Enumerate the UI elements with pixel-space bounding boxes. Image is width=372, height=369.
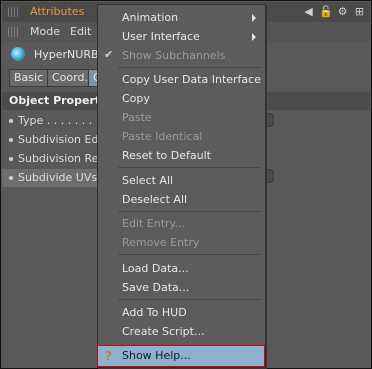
property-label: Subdivide UVs (18, 171, 98, 184)
keyframe-dot-icon[interactable] (9, 176, 13, 180)
menu-item-add-to-hud[interactable]: Add To HUD (98, 303, 265, 322)
menu-item-label: Save Data... (122, 281, 190, 294)
menu-item-label: User Interface (122, 30, 200, 43)
menu-item-user-interface[interactable]: User Interface (98, 27, 265, 46)
property-row[interactable]: Subdivision Editor (2, 131, 102, 149)
menu-item-reset-to-default[interactable]: Reset to Default (98, 146, 265, 165)
menu-item-load-data[interactable]: Load Data... (98, 259, 265, 278)
menu-item-label: Create Script... (122, 325, 205, 338)
menu-item-label: Copy (122, 92, 150, 105)
menu-separator (118, 299, 261, 300)
menu-item-label: Paste (122, 111, 152, 124)
property-row[interactable]: Type . . . . . . . . . (2, 112, 102, 130)
arrow-left-icon[interactable]: ◀ (302, 5, 315, 18)
checkmark-icon: ✔ (104, 48, 114, 61)
menu-item-create-script[interactable]: Create Script... (98, 322, 265, 341)
menu-item-label: Select All (122, 174, 174, 187)
submenu-arrow-icon (252, 14, 256, 22)
menu-item-deselect-all[interactable]: Deselect All (98, 190, 265, 209)
context-menu: Animation User Interface ✔ Show Subchann… (97, 4, 266, 368)
menu-item-label: Copy User Data Interface (122, 73, 261, 86)
menu-item-label: Remove Entry (122, 236, 200, 249)
property-label: Subdivision Editor (18, 133, 102, 146)
tab-basic[interactable]: Basic (9, 69, 49, 87)
new-panel-icon[interactable]: ⊞ (353, 5, 366, 18)
property-label: Type . . . . . . . . . (18, 114, 102, 127)
menu-item-label: Show Subchannels (122, 49, 226, 62)
property-row[interactable]: Subdivision Renderer (2, 150, 102, 168)
menu-item-label: Edit Entry... (122, 217, 185, 230)
menu-separator (118, 67, 261, 68)
gear-icon[interactable]: ⚙ (336, 5, 349, 18)
menu-item-label: Paste Identical (122, 130, 203, 143)
menu-item-edit-entry[interactable]: Edit Entry... (98, 214, 265, 233)
keyframe-dot-icon[interactable] (9, 157, 13, 161)
grip-icon[interactable] (8, 27, 20, 37)
menu-item-save-data[interactable]: Save Data... (98, 278, 265, 297)
menu-item-copy[interactable]: Copy (98, 89, 265, 108)
submenu-arrow-icon (252, 33, 256, 41)
menu-item-show-help[interactable]: ? Show Help... (97, 345, 265, 367)
menu-item-label: Reset to Default (122, 149, 211, 162)
keyframe-dot-icon[interactable] (9, 138, 13, 142)
menu-item-remove-entry[interactable]: Remove Entry (98, 233, 265, 252)
menu-edit[interactable]: Edit (70, 25, 91, 38)
object-name: HyperNURBS (34, 48, 106, 61)
tab-coord[interactable]: Coord. (47, 69, 93, 87)
help-icon: ? (105, 349, 112, 363)
menu-item-animation[interactable]: Animation (98, 8, 265, 27)
menu-item-label: Animation (122, 11, 179, 24)
grip-icon[interactable] (8, 7, 20, 17)
menu-item-show-subchannels[interactable]: ✔ Show Subchannels (98, 46, 265, 65)
menu-item-label: Add To HUD (122, 306, 187, 319)
menu-separator (118, 254, 261, 255)
menu-item-select-all[interactable]: Select All (98, 171, 265, 190)
menu-item-label: Load Data... (122, 262, 189, 275)
hypernurbs-icon (11, 47, 25, 61)
menu-item-paste[interactable]: Paste (98, 108, 265, 127)
menu-mode[interactable]: Mode (30, 25, 60, 38)
menu-item-paste-identical[interactable]: Paste Identical (98, 127, 265, 146)
menu-item-label: Deselect All (122, 193, 188, 206)
window-title: Attributes (30, 5, 85, 18)
menu-item-copy-user-data-interface[interactable]: Copy User Data Interface (98, 70, 265, 89)
property-label: Subdivision Renderer (18, 152, 102, 165)
lock-icon[interactable]: 🔓 (319, 5, 333, 18)
menu-separator (118, 167, 261, 168)
keyframe-dot-icon[interactable] (9, 119, 13, 123)
property-row[interactable]: Subdivide UVs (2, 169, 102, 187)
menu-item-label: Show Help... (122, 349, 191, 362)
menu-separator (118, 211, 261, 212)
